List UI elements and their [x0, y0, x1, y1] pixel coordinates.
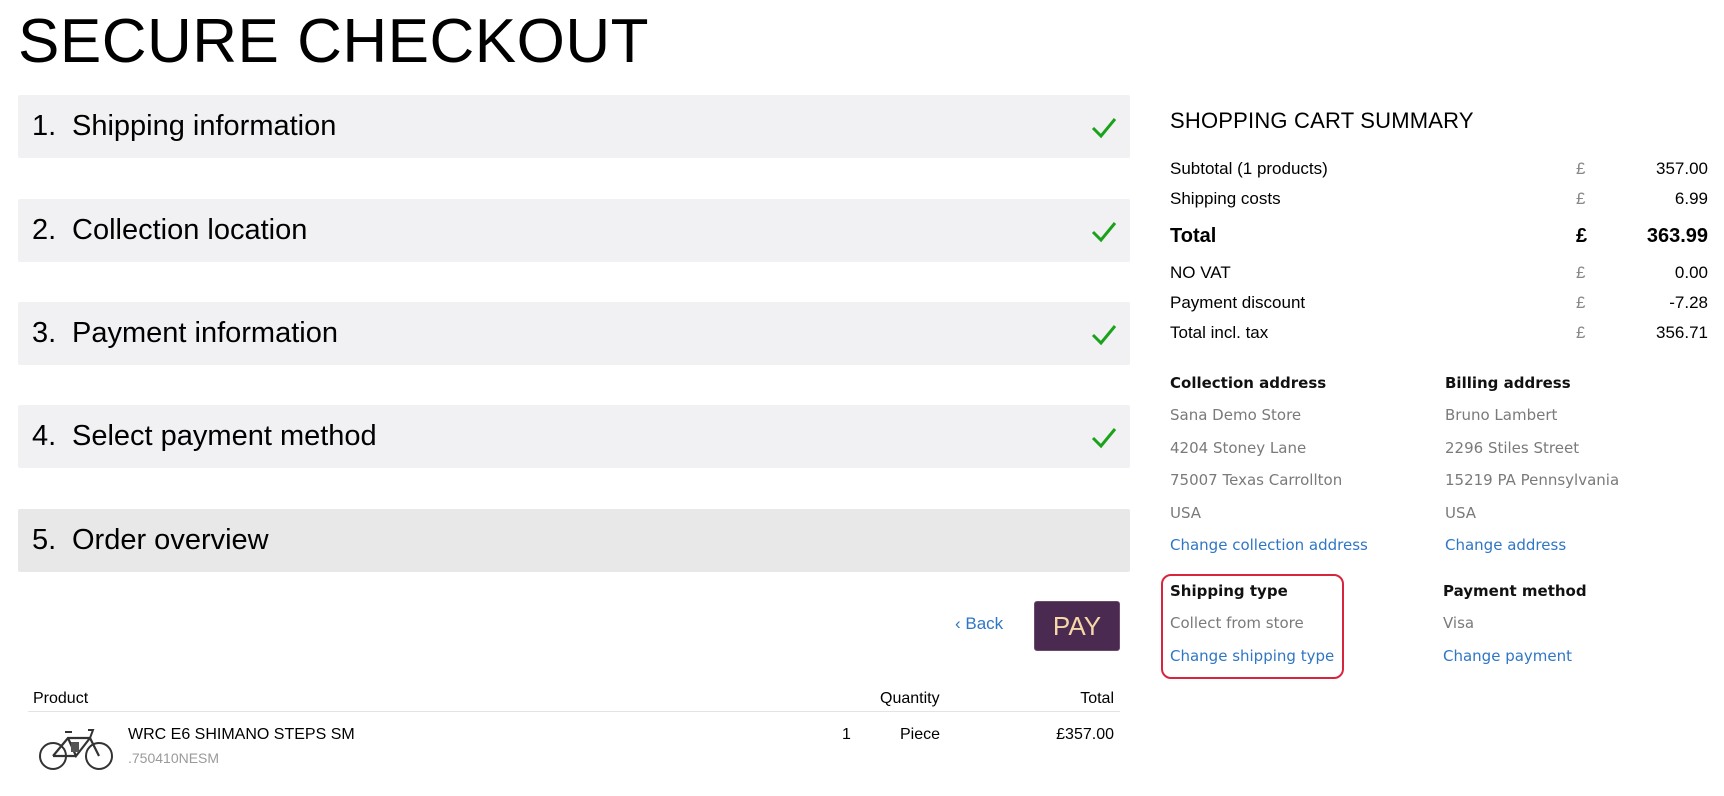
currency-symbol: £	[1576, 293, 1586, 312]
summary-label: Subtotal (1 products)	[1170, 159, 1328, 178]
checkmark-icon	[1091, 325, 1117, 346]
summary-row-total: Total £ 363.99	[1170, 225, 1708, 249]
change-payment-link[interactable]: Change payment	[1443, 647, 1587, 679]
payment-method-value: Visa	[1443, 614, 1475, 632]
collection-address-title: Collection address	[1170, 374, 1327, 392]
summary-label: Shipping costs	[1170, 189, 1281, 208]
address-line: 75007 Texas Carrollton	[1170, 471, 1343, 489]
summary-row-payment-discount: Payment discount £ -7.28	[1170, 293, 1708, 317]
step-shipping-information[interactable]: 1. Shipping information	[18, 95, 1130, 158]
address-line: Bruno Lambert	[1445, 406, 1558, 424]
column-header-quantity: Quantity	[880, 690, 940, 707]
address-line: 15219 PA Pennsylvania	[1445, 471, 1620, 489]
step-number: 3.	[32, 317, 57, 349]
step-order-overview: 5. Order overview	[18, 509, 1130, 572]
step-payment-information[interactable]: 3. Payment information	[18, 302, 1130, 365]
step-number: 1.	[32, 110, 57, 142]
summary-value: -7.28	[1669, 293, 1708, 312]
summary-value: 363.99	[1646, 225, 1708, 247]
bicycle-icon	[39, 729, 113, 770]
summary-value: 6.99	[1674, 189, 1708, 208]
address-line: Sana Demo Store	[1170, 406, 1302, 424]
step-label: Collection location	[72, 214, 308, 246]
summary-label: Payment discount	[1170, 293, 1306, 312]
column-header-total: Total	[1080, 690, 1114, 707]
shipping-type-block: Shipping type Collect from store Change …	[1170, 582, 1334, 679]
change-collection-address-link[interactable]: Change collection address	[1170, 536, 1368, 568]
summary-row-vat: NO VAT £ 0.00	[1170, 263, 1708, 287]
currency-symbol: £	[1576, 189, 1586, 208]
table-header: Product Quantity Total	[28, 688, 1120, 712]
step-number: 5.	[32, 524, 57, 556]
billing-address-title: Billing address	[1445, 374, 1571, 392]
step-label: Payment information	[72, 317, 338, 349]
address-line: USA	[1170, 503, 1202, 522]
step-label: Select payment method	[72, 420, 377, 452]
product-quantity: 1	[842, 726, 851, 743]
address-line: USA	[1445, 503, 1477, 522]
product-total: £357.00	[1056, 726, 1114, 743]
address-line: 2296 Stiles Street	[1445, 438, 1580, 457]
product-sku: .750410NESM	[128, 750, 220, 766]
summary-label: Total	[1170, 225, 1217, 247]
currency-symbol: £	[1576, 323, 1586, 342]
summary-label: Total incl. tax	[1170, 323, 1269, 342]
step-select-payment-method[interactable]: 4. Select payment method	[18, 405, 1130, 468]
checkmark-icon	[1091, 428, 1117, 449]
summary-value: 357.00	[1656, 159, 1708, 178]
step-number: 4.	[32, 420, 57, 452]
currency-symbol: £	[1576, 225, 1588, 247]
payment-method-title: Payment method	[1443, 582, 1587, 600]
column-header-product: Product	[33, 690, 89, 707]
checkmark-icon	[1091, 222, 1117, 243]
summary-row-shipping: Shipping costs £ 6.99	[1170, 189, 1708, 213]
summary-value: 0.00	[1674, 263, 1708, 282]
summary-value: 356.71	[1656, 323, 1708, 342]
change-shipping-type-link[interactable]: Change shipping type	[1170, 647, 1334, 679]
table-row: WRC E6 SHIMANO STEPS SM .750410NESM 1 Pi…	[28, 712, 1120, 774]
step-label: Order overview	[72, 524, 269, 556]
summary-row-total-incl-tax: Total incl. tax £ 356.71	[1170, 323, 1708, 347]
product-unit: Piece	[900, 726, 941, 743]
order-lines-table: Product Quantity Total WRC E6 SHIMANO ST…	[28, 688, 1120, 774]
page-title: SECURE CHECKOUT	[18, 7, 650, 76]
step-label: Shipping information	[72, 110, 337, 142]
step-collection-location[interactable]: 2. Collection location	[18, 199, 1130, 262]
shipping-type-title: Shipping type	[1170, 582, 1288, 600]
address-line: 4204 Stoney Lane	[1170, 438, 1307, 457]
summary-row-subtotal: Subtotal (1 products) £ 357.00	[1170, 159, 1708, 183]
collection-address-block: Collection address Sana Demo Store 4204 …	[1170, 374, 1368, 568]
back-link[interactable]: ‹ Back	[955, 614, 1003, 634]
change-address-link[interactable]: Change address	[1445, 536, 1619, 568]
billing-address-block: Billing address Bruno Lambert 2296 Stile…	[1445, 374, 1619, 568]
summary-label: NO VAT	[1170, 263, 1231, 282]
product-name[interactable]: WRC E6 SHIMANO STEPS SM	[128, 726, 355, 744]
pay-button[interactable]: PAY	[1034, 601, 1120, 651]
currency-symbol: £	[1576, 159, 1586, 178]
currency-symbol: £	[1576, 263, 1586, 282]
step-number: 2.	[32, 214, 57, 246]
payment-method-block: Payment method Visa Change payment	[1443, 582, 1587, 679]
cart-summary-title: SHOPPING CART SUMMARY	[1170, 108, 1474, 133]
checkmark-icon	[1091, 118, 1117, 139]
shipping-type-value: Collect from store	[1170, 614, 1304, 632]
